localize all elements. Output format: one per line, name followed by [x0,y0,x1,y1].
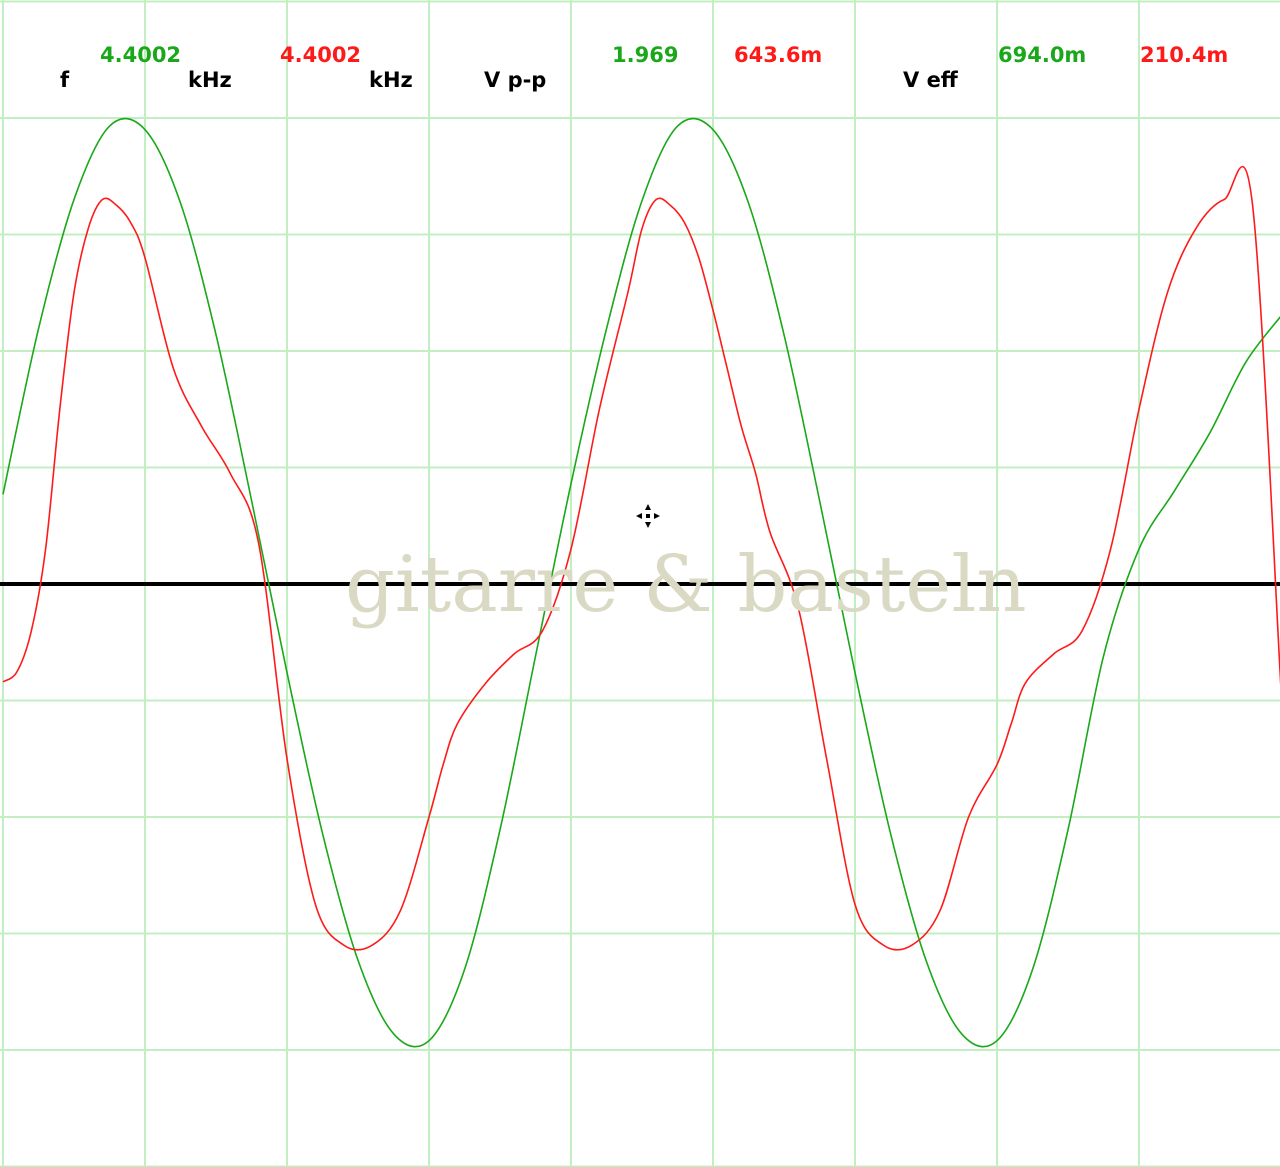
ch1-vpp-value: 1.969 [612,43,679,67]
crosshair-cursor-icon[interactable] [635,503,661,529]
ch1-veff-value: 694.0m [998,43,1087,67]
ch2-vpp-value: 643.6m [734,43,823,67]
frequency-label: f [60,68,70,92]
ch2-veff-value: 210.4m [1140,43,1229,67]
veff-label: V eff [903,68,958,92]
vpp-label: V p-p [484,68,547,92]
watermark: gitarre & basteln [345,540,1027,630]
ch1-frequency-unit: kHz [188,68,232,92]
ch1-frequency-value: 4.4002 [100,43,182,67]
ch2-frequency-value: 4.4002 [280,43,362,67]
ch2-frequency-unit: kHz [369,68,413,92]
